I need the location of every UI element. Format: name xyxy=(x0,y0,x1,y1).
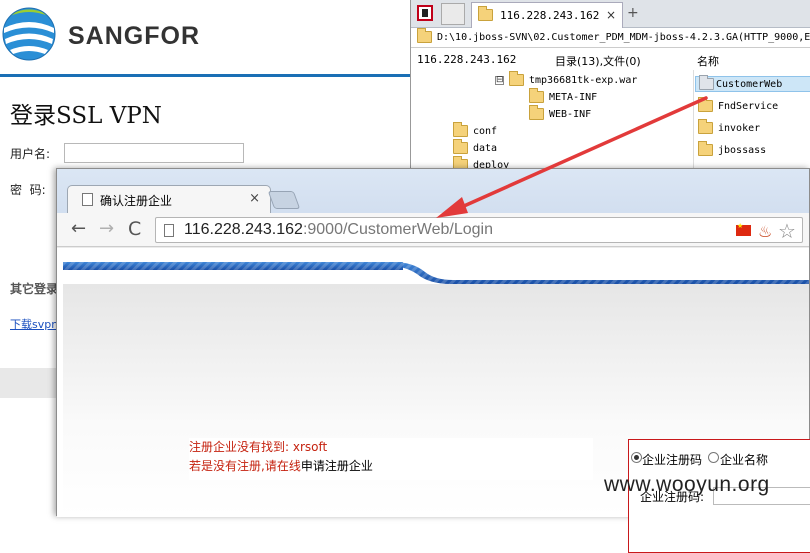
back-arrow-icon[interactable]: ← xyxy=(71,219,86,239)
folder-icon xyxy=(698,119,713,134)
host-label: 116.228.243.162 xyxy=(417,53,517,66)
sangfor-logo-text: SANGFOR xyxy=(68,22,200,50)
tree-item-label: data xyxy=(473,143,498,154)
radio-company-name[interactable] xyxy=(708,452,719,463)
browser-window: 确认注册企业 × ← → C 116.228.243.162:9000/Cust… xyxy=(56,168,810,553)
folder-open-icon xyxy=(509,71,524,86)
notice-panel: 注册企业没有找到: xrsoft 若是没有注册,请在线申请注册企业 xyxy=(189,438,593,480)
explorer-info-row: 116.228.243.162 目录(13),文件(0) 名称 xyxy=(411,50,810,70)
explorer-path-text: D:\10.jboss-SVN\02.Customer_PDM_MDM-jbos… xyxy=(437,32,810,43)
url-path: :9000/CustomerWeb/Login xyxy=(302,221,493,238)
browser-toolbar: ← → C 116.228.243.162:9000/CustomerWeb/L… xyxy=(57,213,809,247)
notice-hint: 若是没有注册,请在线 xyxy=(189,459,301,473)
bookmark-star-icon[interactable]: ☆ xyxy=(778,219,796,243)
browser-tab-active[interactable]: 确认注册企业 × xyxy=(67,185,271,213)
directory-summary: 目录(13),文件(0) xyxy=(555,55,641,68)
folder-icon xyxy=(453,139,468,154)
reload-icon[interactable]: C xyxy=(128,219,141,239)
close-icon[interactable]: × xyxy=(249,191,260,206)
name-column-header[interactable]: 名称 xyxy=(697,53,719,69)
list-item-label: invoker xyxy=(718,123,761,134)
username-input[interactable] xyxy=(64,143,244,163)
folder-icon xyxy=(529,105,544,120)
page-info-icon[interactable] xyxy=(164,224,174,237)
explorer-tab-active[interactable]: 116.228.243.162 × xyxy=(471,2,623,28)
list-item-label: CustomerWeb xyxy=(716,79,783,90)
sangfor-logo-icon xyxy=(2,7,56,61)
list-item-selected[interactable]: CustomerWeb xyxy=(695,75,810,92)
header-divider xyxy=(0,74,410,77)
tree-item-label: META-INF xyxy=(549,92,598,103)
other-login-heading: 其它登录 xyxy=(10,282,59,296)
close-icon[interactable]: × xyxy=(606,8,616,22)
folder-icon xyxy=(453,122,468,137)
header-decoration xyxy=(63,262,809,284)
new-tab-plus-icon[interactable]: + xyxy=(627,5,639,21)
browser-tab-title: 确认注册企业 xyxy=(100,194,173,208)
new-tab-button[interactable] xyxy=(267,191,301,209)
folder-icon xyxy=(699,75,714,90)
address-bar[interactable]: 116.228.243.162:9000/CustomerWeb/Login ♨… xyxy=(155,217,803,243)
tree-expander[interactable]: ⊟ xyxy=(495,76,504,85)
notice-not-found: 注册企业没有找到: xrsoft xyxy=(189,440,328,454)
tree-item-label: tmp36681tk-exp.war xyxy=(529,75,638,86)
username-label: 用户名: xyxy=(10,147,51,161)
folder-icon xyxy=(478,6,493,21)
watermark-text: www.wooyun.org xyxy=(604,473,770,496)
page-title: 登录SSL VPN xyxy=(10,103,162,129)
download-svpn-link[interactable]: 下载svpn xyxy=(10,316,58,332)
url-text: 116.228.243.162:9000/CustomerWeb/Login xyxy=(184,221,493,239)
explorer-path-bar[interactable]: D:\10.jboss-SVN\02.Customer_PDM_MDM-jbos… xyxy=(411,28,810,48)
tree-item-label: conf xyxy=(473,126,498,137)
tree-item-label: WEB-INF xyxy=(549,109,592,120)
blank-tab[interactable] xyxy=(441,3,465,25)
folder-icon xyxy=(417,28,432,43)
java-icon[interactable]: ♨ xyxy=(758,222,772,241)
app-icon[interactable] xyxy=(417,5,433,21)
password-label: 密 码: xyxy=(10,183,46,197)
radio-company-name-label: 企业名称 xyxy=(720,453,769,467)
explorer-tab-label: 116.228.243.162 xyxy=(500,9,600,22)
forward-arrow-icon[interactable]: → xyxy=(99,219,114,239)
radio-reg-code-label: 企业注册码 xyxy=(642,453,703,467)
page-icon xyxy=(82,193,93,206)
china-flag-icon[interactable] xyxy=(736,222,751,236)
url-host: 116.228.243.162 xyxy=(184,221,303,238)
radio-reg-code[interactable] xyxy=(631,452,642,463)
apply-register-link[interactable]: 申请注册企业 xyxy=(301,459,373,473)
explorer-tab-bar: 116.228.243.162 × + xyxy=(411,0,810,28)
vpn-header: SANGFOR xyxy=(0,0,410,78)
folder-icon xyxy=(698,141,713,156)
list-item-label: FndService xyxy=(718,101,779,112)
folder-icon xyxy=(698,97,713,112)
folder-icon xyxy=(529,88,544,103)
list-item-label: jbossass xyxy=(718,145,767,156)
